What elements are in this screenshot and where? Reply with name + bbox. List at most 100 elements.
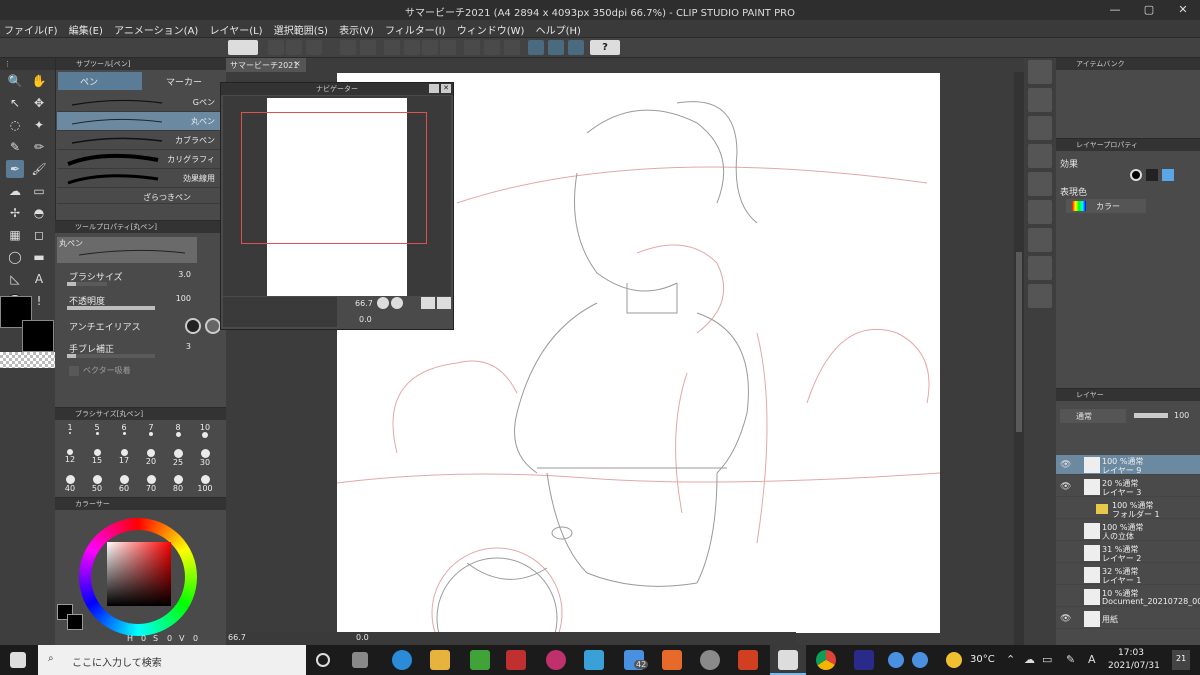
menu-filter[interactable]: フィルター(I) (381, 20, 450, 39)
brush-tool-icon[interactable]: 🖌 (30, 160, 48, 178)
brush-size-cell[interactable]: 50 (84, 475, 110, 493)
brush-item-effect-line[interactable]: 効果線用 (57, 169, 221, 188)
move-layer-icon[interactable]: ✥ (30, 94, 48, 112)
ime-indicator[interactable]: A (1088, 653, 1096, 666)
material-background-icon[interactable] (1028, 228, 1052, 252)
layer-color-icon[interactable] (1162, 169, 1174, 181)
brush-size-cell[interactable]: 70 (138, 475, 164, 493)
brush-item-zaratsuki-pen[interactable]: ざらつきペン (57, 188, 221, 204)
clip-studio-taskbar-button[interactable] (770, 645, 806, 675)
help-icon[interactable]: ? (590, 40, 620, 55)
clock-time[interactable]: 17:03 (1118, 648, 1144, 658)
snap2-icon[interactable] (484, 40, 500, 55)
ruler2-tool-icon[interactable]: ◺ (6, 270, 24, 288)
brush-size-cell[interactable]: 5 (84, 423, 110, 435)
edge-icon[interactable] (392, 650, 412, 670)
crop-icon[interactable] (440, 40, 456, 55)
navigator-close-icon[interactable]: ✕ (441, 84, 451, 93)
onedrive-icon[interactable]: ☁ (1024, 653, 1035, 666)
brush-size-cell[interactable]: 25 (165, 449, 191, 467)
auto-select-icon[interactable]: ✦ (30, 116, 48, 134)
brush-size-cell[interactable]: 100 (192, 475, 218, 493)
weather-temp[interactable]: 30°C (970, 654, 995, 665)
app-green-icon[interactable] (470, 650, 490, 670)
media-app-icon[interactable] (546, 650, 566, 670)
blend-mode-select[interactable]: 通常 (1060, 409, 1126, 423)
weather-sun-icon[interactable] (946, 652, 962, 668)
hand-tool-icon[interactable]: ✋ (30, 72, 48, 90)
layer-visibility-icon[interactable] (1060, 504, 1070, 514)
airbrush-icon[interactable]: ☁ (6, 182, 24, 200)
navigator-zoom-slider[interactable] (223, 297, 337, 327)
grid-snap-icon[interactable] (568, 40, 584, 55)
pencil-tool-icon[interactable]: ✏ (30, 138, 48, 156)
layer-row[interactable]: 100 %通常 フォルダー 1 (1056, 499, 1200, 519)
brush-size-cell[interactable]: 80 (165, 475, 191, 493)
tab-marker[interactable]: マーカー (144, 72, 224, 90)
ruler-snap-icon[interactable] (528, 40, 544, 55)
figure-tool-icon[interactable]: ◻ (30, 226, 48, 244)
brush-size-cell[interactable]: 12 (57, 449, 83, 464)
snap-icon[interactable] (464, 40, 480, 55)
windows-start-icon[interactable] (10, 652, 26, 668)
frame-tool-icon[interactable]: ◯ (6, 248, 24, 266)
layer-visibility-icon[interactable]: 👁 (1060, 614, 1071, 624)
brush-size-cell[interactable]: 10 (192, 423, 218, 438)
close-icon[interactable]: ✕ (1166, 0, 1200, 20)
operation-tool-icon[interactable]: ↖ (6, 94, 24, 112)
menu-edit[interactable]: 編集(E) (65, 20, 107, 39)
zoom-out-icon[interactable] (377, 297, 389, 309)
menu-layer[interactable]: レイヤー(L) (206, 20, 267, 39)
vector-snap-checkbox[interactable] (69, 366, 79, 376)
brush-size-cell[interactable]: 17 (111, 449, 137, 465)
open-file-icon[interactable] (286, 40, 302, 55)
navigator-preview[interactable] (223, 96, 451, 296)
transparent-color-swatch[interactable] (0, 352, 55, 368)
fill-icon[interactable] (422, 40, 438, 55)
layer-visibility-icon[interactable]: 👁 (1060, 482, 1071, 492)
canvas-tab-close-icon[interactable]: × (294, 59, 301, 68)
audio-app-icon[interactable] (506, 650, 526, 670)
brush-size-cell[interactable]: 30 (192, 449, 218, 467)
material-effect-icon[interactable] (1028, 200, 1052, 224)
opacity-row[interactable]: 不透明度 100 (57, 292, 221, 314)
material-manga-icon[interactable] (1028, 172, 1052, 196)
material-tone-icon[interactable] (1028, 144, 1052, 168)
fill-tool-icon[interactable]: ◓ (30, 204, 48, 222)
vertical-scrollbar[interactable] (1014, 72, 1024, 645)
cortana-icon[interactable] (316, 653, 330, 667)
stabilization-row[interactable]: 手ブレ補正 3 (57, 340, 221, 362)
border-effect-icon[interactable] (1130, 169, 1142, 181)
opacity-slider[interactable] (67, 306, 155, 310)
blend-tool-icon[interactable]: ✢ (6, 204, 24, 222)
clip-studio-icon[interactable] (228, 40, 258, 55)
layer-opacity-slider[interactable] (1134, 413, 1168, 418)
material-image-icon[interactable] (1028, 88, 1052, 112)
selection-tool-icon[interactable]: ◌ (6, 116, 24, 134)
menu-window[interactable]: ウィンドウ(W) (453, 20, 529, 39)
sub-color-swatch[interactable] (22, 320, 54, 352)
select-icon[interactable] (404, 40, 420, 55)
paint-app-icon[interactable] (700, 650, 720, 670)
mail-icon[interactable]: 42 (624, 650, 649, 670)
brush-size-cell[interactable]: 60 (111, 475, 137, 493)
flip-horizontal-icon[interactable] (421, 297, 435, 309)
save-icon[interactable] (306, 40, 322, 55)
expression-color-select[interactable]: カラー (1066, 199, 1146, 213)
menu-file[interactable]: ファイル(F) (0, 20, 62, 39)
tab-pen[interactable]: ペン (58, 72, 142, 90)
layer-row[interactable]: 100 %通常 人の立体 (1056, 521, 1200, 541)
minimize-icon[interactable]: — (1098, 0, 1132, 20)
layer-row[interactable]: 10 %通常 Document_20210728_00 (1056, 587, 1200, 607)
grid-icon[interactable] (504, 40, 520, 55)
menu-help[interactable]: ヘルプ(H) (532, 20, 585, 39)
navigator-minimize-icon[interactable] (429, 84, 439, 93)
pen-tool-icon[interactable]: ✒ (6, 160, 24, 178)
antialias-none-icon[interactable] (185, 318, 201, 334)
correction-tool-icon[interactable]: ! (30, 292, 48, 310)
file-explorer-icon[interactable] (430, 650, 450, 670)
menu-animation[interactable]: アニメーション(A) (110, 20, 202, 39)
brush-size-cell[interactable]: 6 (111, 423, 137, 435)
brush-size-row[interactable]: ブラシサイズ 3.0 (57, 268, 221, 290)
brush-size-slider[interactable] (67, 282, 107, 286)
